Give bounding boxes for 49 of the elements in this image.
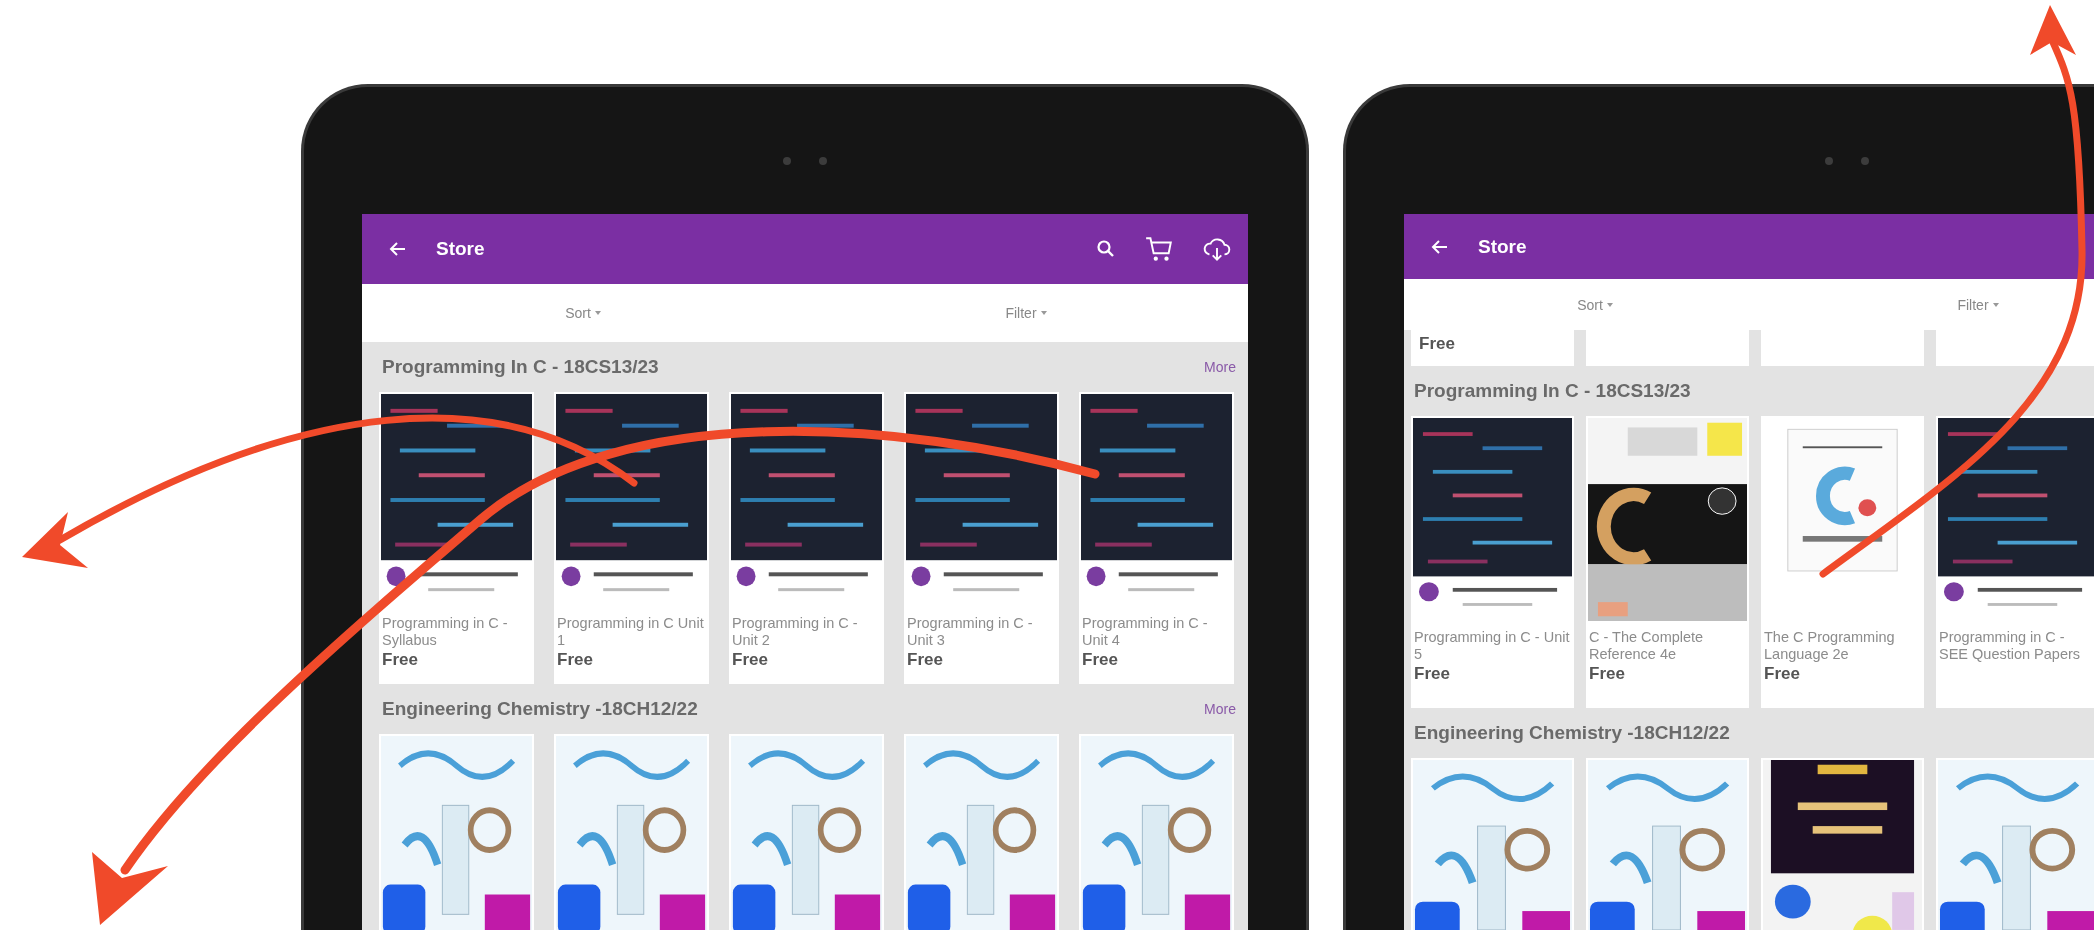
price-label: Free [906,649,944,671]
screen-title: Store [1478,235,1527,258]
sensor-dot [783,157,791,165]
item-card[interactable]: Programming in C - Unit 4 Free [1079,392,1234,684]
section-title: Engineering Chemistry -18CH12/22 [1414,722,1730,744]
item-title: C - The Complete Reference 4e [1588,628,1705,663]
dropdown-button[interactable]: Sort [1404,279,1787,330]
price-label: Free [1081,649,1119,671]
item-card[interactable]: The C Programming Language 2e Free [1761,416,1924,708]
caret-icon [1605,300,1614,309]
item-title: Programming in C - Unit 4 [1081,614,1209,649]
price-label: Free [556,649,594,671]
sensor-dot [1825,157,1833,165]
more-link[interactable]: More [1204,701,1236,717]
dropdown-button[interactable]: Sort [362,284,805,342]
screen-title: Store [436,238,485,260]
price-label: Free [1763,663,1801,685]
item-title: Programming in C - Unit 3 [906,614,1034,649]
sensor-dot [1861,157,1869,165]
item-card[interactable]: Programming in C - Unit 2 Free [729,392,884,684]
dropdown-button[interactable]: Filter [1787,279,2094,330]
section-title: Programming In C - 18CS13/23 [382,356,659,378]
item-card[interactable]: Free [1411,330,1574,366]
dropdown-button[interactable]: Filter [805,284,1248,342]
item-title: The C Programming Language 2e [1763,628,1896,663]
price-label: Free [731,649,769,671]
item-title: Programming in C - Syllabus [381,614,509,649]
section-title: Programming In C - 18CS13/23 [1414,380,1691,402]
price-label: Free [1419,334,1455,353]
item-title: Programming in C Unit 1 [556,614,705,649]
item-card[interactable]: Programming in C - Unit 3 Free [904,392,1059,684]
item-card[interactable]: Programming in C Unit 1 Free [554,392,709,684]
item-card[interactable]: C - The Complete Reference 4e Free [1586,416,1749,708]
price-label: Free [1588,663,1626,685]
cart-icon[interactable] [1144,234,1174,264]
item-card[interactable]: Programming in C - Syllabus Free [379,392,534,684]
sensor-dot [819,157,827,165]
caret-icon [593,309,602,317]
price-label: Free [381,649,419,671]
item-title: Programming in C - Unit 5 [1413,628,1571,663]
price-label: Free [1413,663,1451,685]
item-title: Programming in C - SEE Question Papers [1938,628,2082,663]
item-title: Programming in C - Unit 2 [731,614,859,649]
section-title: Engineering Chemistry -18CH12/22 [382,698,698,720]
search-icon[interactable] [1096,239,1116,259]
caret-icon [1039,309,1048,317]
more-link[interactable]: More [1204,359,1236,375]
item-card[interactable]: Programming in C - Unit 5 Free [1411,416,1574,708]
caret-icon [1991,300,2000,309]
